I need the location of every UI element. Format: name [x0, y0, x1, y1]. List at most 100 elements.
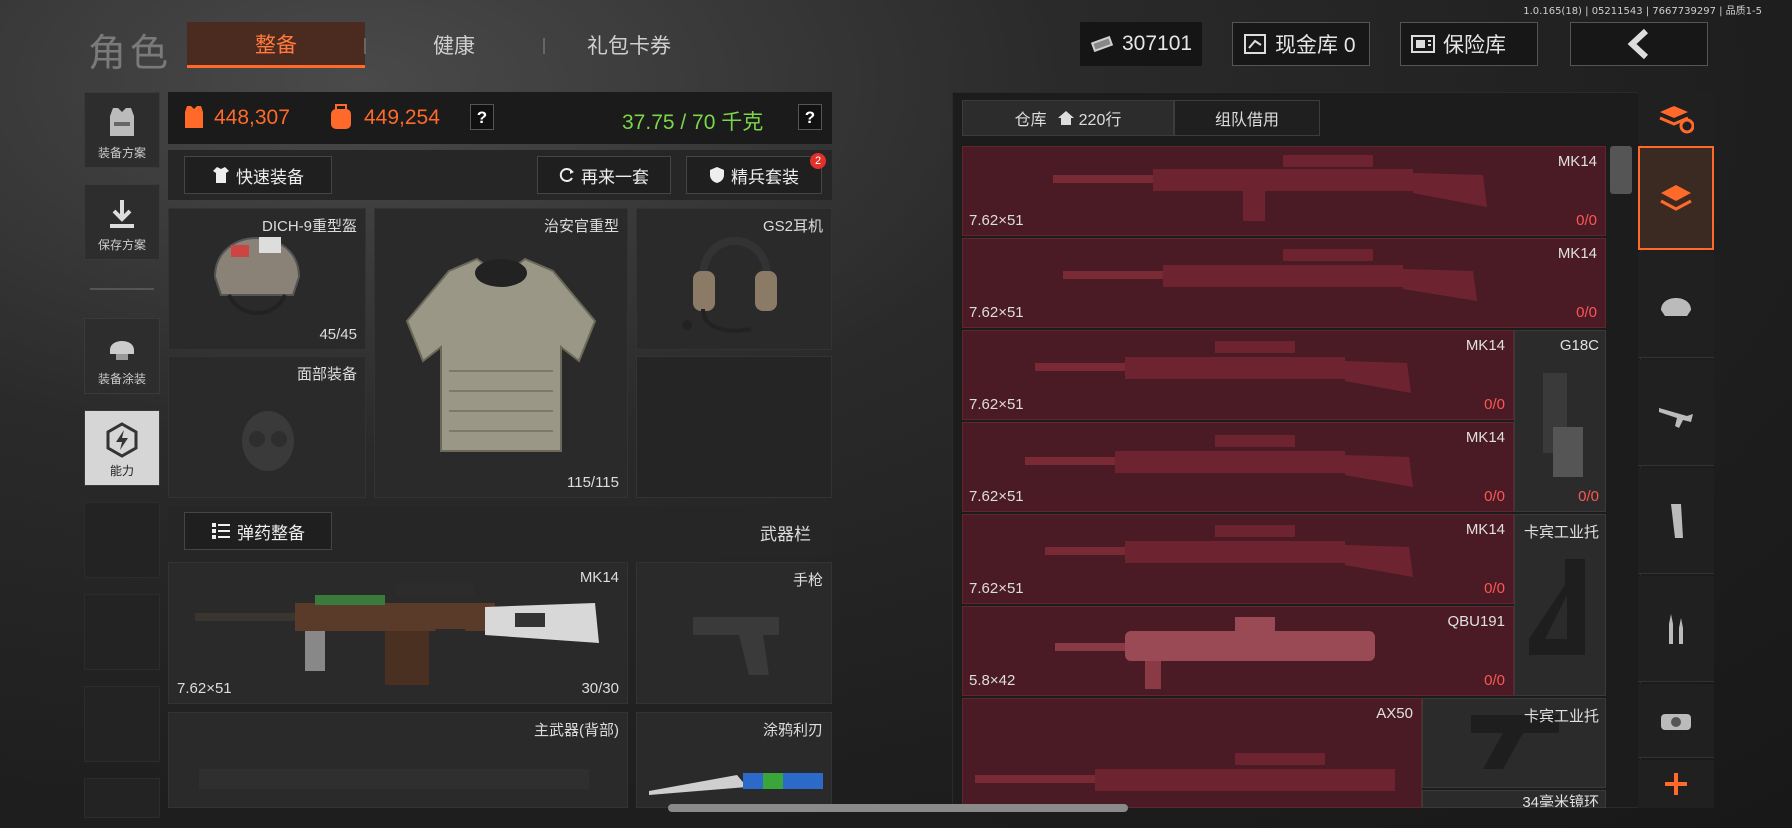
- add-category-button[interactable]: [1638, 760, 1714, 808]
- ability-icon: [106, 422, 138, 458]
- tab-warehouse[interactable]: 仓库 220行: [962, 100, 1174, 136]
- save-plan-button[interactable]: 保存方案: [84, 184, 160, 260]
- warehouse-item[interactable]: MK14 7.62×51 0/0: [962, 330, 1514, 420]
- item-name: QBU191: [1447, 613, 1505, 630]
- stock-icon: [1529, 559, 1585, 655]
- face-slot[interactable]: 面部装备: [168, 356, 366, 498]
- tab-health[interactable]: 健康: [365, 22, 543, 68]
- back-button[interactable]: [1570, 22, 1708, 66]
- tab-equip[interactable]: 整备: [187, 22, 365, 68]
- tab-gift-cards[interactable]: 礼包卡券: [540, 22, 718, 68]
- currency-display: 307101: [1080, 22, 1202, 66]
- warehouse-item[interactable]: AX50: [962, 698, 1422, 808]
- pistol-slot[interactable]: 手枪: [636, 562, 832, 704]
- warehouse-item[interactable]: MK14 7.62×51 0/0: [962, 514, 1514, 604]
- warehouse-side-item[interactable]: 卡宾工业托: [1422, 698, 1606, 788]
- item-caliber: 7.62×51: [969, 212, 1024, 229]
- refresh-icon: [559, 168, 574, 182]
- primary-weapon-slot[interactable]: MK14 7.62×51 30/30: [168, 562, 628, 704]
- item-ammo: 0/0: [1484, 396, 1505, 413]
- headset-icon: [682, 237, 777, 333]
- value-help-button[interactable]: ?: [470, 104, 494, 130]
- warehouse-item[interactable]: MK14 7.62×51 0/0: [962, 422, 1514, 512]
- again-button[interactable]: 再来一套: [537, 156, 671, 194]
- helmet-slot[interactable]: DICH-9重型盔 45/45: [168, 208, 366, 350]
- tab-team-borrow[interactable]: 组队借用: [1174, 100, 1320, 136]
- loadout-plan-label: 装备方案: [97, 146, 146, 160]
- shield-icon: [710, 167, 724, 183]
- weight-help-button[interactable]: ?: [798, 104, 822, 130]
- safe-vault-label: 保险库: [1443, 34, 1506, 57]
- equipment-paint-label: 装备涂装: [97, 372, 146, 386]
- loadout-plan-button[interactable]: 装备方案: [84, 92, 160, 168]
- rifle-icon: [1025, 435, 1413, 487]
- ability-button[interactable]: 能力: [84, 410, 160, 486]
- warehouse-item[interactable]: MK14 7.62×51 0/0: [962, 238, 1606, 328]
- sort-button[interactable]: [1638, 92, 1714, 144]
- warehouse-item[interactable]: MK14 7.62×51 0/0: [962, 146, 1606, 236]
- ammo-list-icon: [212, 523, 230, 539]
- horizontal-scrollbar[interactable]: [668, 804, 1128, 812]
- helmet-icon: [1661, 297, 1691, 316]
- melee-name: 涂鸦利刃: [762, 722, 823, 739]
- melee-slot[interactable]: 涂鸦利刃: [636, 712, 832, 808]
- cash-vault-button[interactable]: 现金库 0: [1232, 22, 1370, 66]
- vault-icon: [1244, 34, 1266, 54]
- vest-icon: [110, 108, 134, 136]
- category-helmet[interactable]: [1638, 252, 1714, 358]
- rifle-icon: [1035, 341, 1411, 393]
- side-item-name: 卡宾工业托: [1523, 708, 1599, 725]
- helmet-durability: 45/45: [319, 326, 357, 343]
- cash-vault-label: 现金库 0: [1275, 34, 1356, 57]
- category-magazine[interactable]: [1638, 468, 1714, 574]
- ammo-equip-button[interactable]: 弹药整备: [184, 512, 332, 550]
- stack-icon: [1660, 185, 1692, 211]
- primary-back-label: 主武器(背部): [534, 722, 619, 739]
- pistol-icon: [693, 617, 779, 675]
- rifle-icon: [1063, 249, 1477, 301]
- helmet-paint-icon: [110, 341, 134, 360]
- category-rifle[interactable]: [1638, 360, 1714, 466]
- armor-slot[interactable]: 治安官重型 115/115: [374, 208, 628, 498]
- warehouse-side-item[interactable]: G18C 0/0: [1514, 330, 1606, 512]
- category-ammo[interactable]: [1638, 576, 1714, 682]
- warehouse-item[interactable]: QBU191 5.8×42 0/0: [962, 606, 1514, 696]
- download-icon: [110, 200, 134, 228]
- rail-empty-slot: [84, 778, 160, 818]
- sniper-rifle-icon: [975, 753, 1395, 791]
- rifle-icon: [1053, 155, 1487, 221]
- currency-amount: 307101: [1122, 32, 1193, 55]
- headset-slot[interactable]: GS2耳机: [636, 208, 832, 350]
- rifle-icon: [195, 583, 599, 685]
- warehouse-side-item[interactable]: 34毫米镜环: [1422, 790, 1606, 808]
- empty-gear-slot[interactable]: [636, 356, 832, 498]
- primary-weapon-caliber: 7.62×51: [177, 680, 232, 697]
- item-name: AX50: [1376, 705, 1413, 722]
- elite-set-button[interactable]: 精兵套装: [686, 156, 822, 194]
- primary-back-slot[interactable]: 主武器(背部): [168, 712, 628, 808]
- category-all[interactable]: [1638, 146, 1714, 250]
- category-attachment[interactable]: [1638, 684, 1714, 758]
- warehouse-tab-label: 仓库: [1014, 112, 1047, 129]
- ammo-equip-label: 弹药整备: [237, 523, 305, 543]
- rifle-silhouette-icon: [199, 769, 589, 789]
- warehouse-scrollbar[interactable]: [1610, 146, 1632, 194]
- item-name: MK14: [1557, 153, 1597, 170]
- quick-equip-button[interactable]: 快速装备: [184, 156, 332, 194]
- knife-icon: [649, 773, 823, 795]
- scope-icon: [1661, 713, 1691, 730]
- primary-weapon-name: MK14: [579, 569, 619, 586]
- warehouse-side-item[interactable]: 卡宾工业托: [1514, 514, 1606, 696]
- equipment-paint-button[interactable]: 装备涂装: [84, 318, 160, 394]
- backpack-value: 449,254: [364, 106, 440, 129]
- armor-name: 治安官重型: [543, 218, 619, 235]
- item-ammo: 0/0: [1484, 672, 1505, 689]
- rail-empty-slot: [84, 594, 160, 670]
- safe-vault-button[interactable]: 保险库: [1400, 22, 1538, 66]
- version-text: 1.0.165(18) | 05211543 | 7667739297 | 品质…: [1523, 6, 1762, 17]
- rail-divider: [90, 288, 154, 290]
- item-caliber: 5.8×42: [969, 672, 1016, 689]
- bullet-icon: [1669, 613, 1683, 644]
- side-item-ammo: 0/0: [1578, 488, 1599, 505]
- item-ammo: 0/0: [1576, 212, 1597, 229]
